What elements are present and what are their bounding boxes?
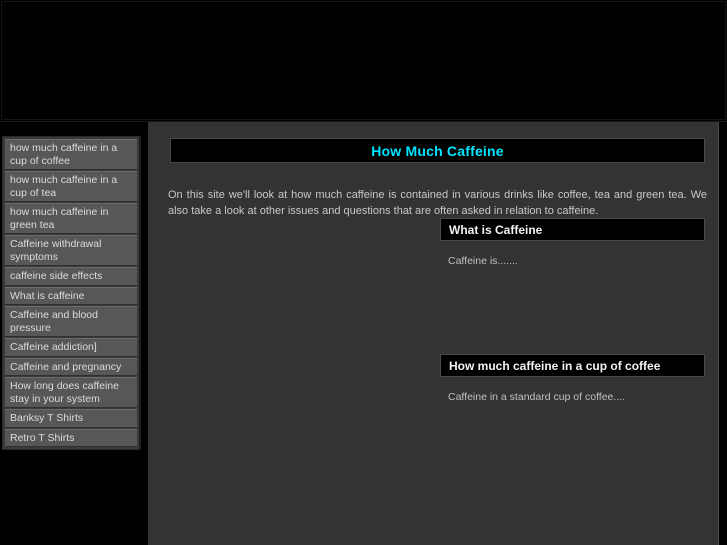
section-heading-bar: What is Caffeine	[440, 218, 705, 241]
sidebar-menu: how much caffeine in a cup of coffee how…	[2, 136, 141, 450]
sidebar-item-pregnancy[interactable]: Caffeine and pregnancy	[5, 357, 137, 376]
section-caffeine-in-coffee: How much caffeine in a cup of coffee Caf…	[440, 354, 705, 404]
page-title: How Much Caffeine	[371, 142, 504, 159]
sidebar-item-side-effects[interactable]: caffeine side effects	[5, 267, 137, 286]
sidebar-item-green-tea[interactable]: how much caffeine in green tea	[5, 203, 137, 234]
page-body: how much caffeine in a cup of coffee how…	[0, 122, 727, 545]
sidebar-item-tea[interactable]: how much caffeine in a cup of tea	[5, 171, 137, 202]
sidebar-item-coffee[interactable]: how much caffeine in a cup of coffee	[5, 139, 137, 170]
sidebar-item-stay-in-system[interactable]: How long does caffeine stay in your syst…	[5, 377, 137, 408]
main-content: How Much Caffeine On this site we'll loo…	[148, 122, 719, 545]
sidebar-item-addiction[interactable]: Caffeine addiction]	[5, 338, 137, 357]
sidebar-item-withdrawal[interactable]: Caffeine withdrawal symptoms	[5, 235, 137, 266]
sidebar-item-retro-t-shirts[interactable]: Retro T Shirts	[5, 428, 137, 447]
banner-image-placeholder	[1, 1, 726, 120]
top-banner	[0, 0, 727, 122]
section-body-text: Caffeine is.......	[448, 255, 518, 267]
section-body-text: Caffeine in a standard cup of coffee....	[448, 391, 626, 403]
sidebar-item-blood-pressure[interactable]: Caffeine and blood pressure	[5, 306, 137, 337]
sidebar-item-banksy-t-shirts[interactable]: Banksy T Shirts	[5, 409, 137, 428]
section-heading-text: What is Caffeine	[449, 222, 543, 237]
section-what-is-caffeine: What is Caffeine Caffeine is.......	[440, 218, 705, 268]
section-heading-text: How much caffeine in a cup of coffee	[449, 358, 661, 373]
sidebar: how much caffeine in a cup of coffee how…	[0, 122, 147, 545]
section-heading-bar: How much caffeine in a cup of coffee	[440, 354, 705, 377]
page-title-banner: How Much Caffeine	[170, 138, 705, 163]
sidebar-item-what-is-caffeine[interactable]: What is caffeine	[5, 286, 137, 305]
intro-paragraph: On this site we'll look at how much caff…	[168, 189, 707, 217]
